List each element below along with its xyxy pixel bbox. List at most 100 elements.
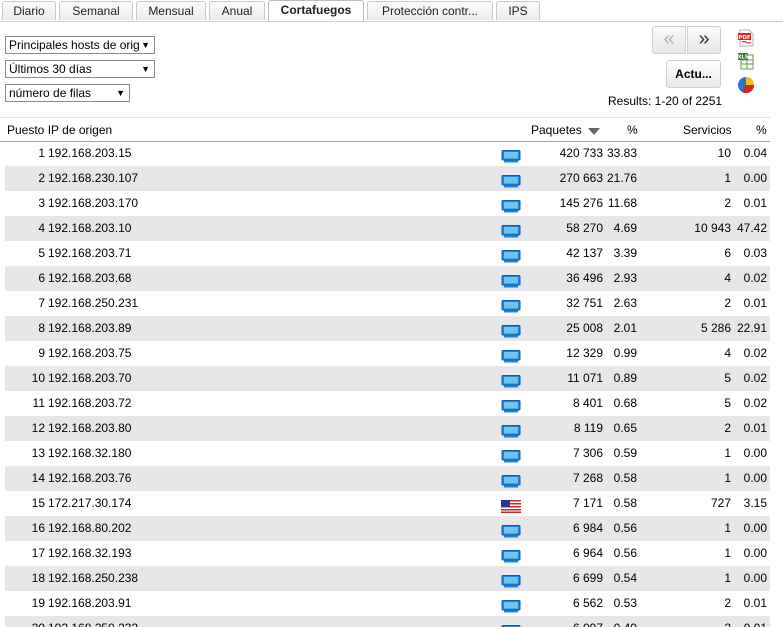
row-ip[interactable]: 192.168.203.70 xyxy=(48,366,131,391)
table-row[interactable]: 11 192.168.203.72 8 401 0.68 5 0.02 xyxy=(5,391,770,416)
rows-select-value: número de filas xyxy=(9,86,92,100)
row-ip[interactable]: 192.168.203.68 xyxy=(48,266,131,291)
row-ip[interactable]: 192.168.203.71 xyxy=(48,241,131,266)
row-ip[interactable]: 192.168.203.91 xyxy=(48,591,131,616)
row-ip[interactable]: 192.168.32.193 xyxy=(48,541,131,566)
row-services-pct: 0.02 xyxy=(743,371,767,385)
row-ip[interactable]: 192.168.230.107 xyxy=(48,166,138,191)
row-services-pct: 0.03 xyxy=(743,246,767,260)
row-ip[interactable]: 192.168.250.232 xyxy=(48,616,138,627)
row-rank: 16 xyxy=(31,521,45,535)
row-ip[interactable]: 192.168.32.180 xyxy=(48,441,131,466)
row-services: 1 xyxy=(724,546,731,560)
table-row[interactable]: 9 192.168.203.75 12 329 0.99 4 0.02 xyxy=(5,341,770,366)
tab-proteccion[interactable]: Protección contr... xyxy=(367,1,493,20)
row-services-pct: 0.02 xyxy=(743,271,767,285)
row-packets: 6 699 xyxy=(572,571,603,585)
row-services: 2 xyxy=(724,296,731,310)
tab-mensual[interactable]: Mensual xyxy=(136,1,206,20)
row-ip[interactable]: 192.168.80.202 xyxy=(48,516,131,541)
row-services-pct: 0.00 xyxy=(743,521,767,535)
row-packets-pct: 11.68 xyxy=(607,196,637,210)
row-ip[interactable]: 192.168.203.76 xyxy=(48,466,131,491)
row-services-pct: 0.00 xyxy=(743,471,767,485)
row-rank: 19 xyxy=(31,596,45,610)
table-row[interactable]: 4 192.168.203.10 58 270 4.69 10 943 47.42 xyxy=(5,216,770,241)
table-row[interactable]: 6 192.168.203.68 36 496 2.93 4 0.02 xyxy=(5,266,770,291)
tab-cortafuegos[interactable]: Cortafuegos xyxy=(268,0,364,21)
report-select[interactable]: Principales hosts de origen ▼ xyxy=(5,36,155,54)
table-row[interactable]: 1 192.168.203.15 420 733 33.83 10 0.04 xyxy=(5,141,770,166)
table-row[interactable]: 2 192.168.230.107 270 663 21.76 1 0.00 xyxy=(5,166,770,191)
row-packets: 8 401 xyxy=(572,396,603,410)
table-row[interactable]: 14 192.168.203.76 7 268 0.58 1 0.00 xyxy=(5,466,770,491)
chevron-down-icon: ▼ xyxy=(141,40,150,50)
update-button[interactable]: Actu... xyxy=(666,60,721,88)
tab-diario[interactable]: Diario xyxy=(2,1,56,20)
col-packets-label: Paquetes xyxy=(531,123,582,137)
first-page-button[interactable]: « xyxy=(652,26,686,54)
row-packets: 7 171 xyxy=(572,496,603,510)
col-services-pct-header[interactable]: % xyxy=(756,123,767,137)
row-ip[interactable]: 192.168.203.80 xyxy=(48,416,131,441)
tab-ips[interactable]: IPS xyxy=(496,1,540,20)
table-row[interactable]: 13 192.168.32.180 7 306 0.59 1 0.00 xyxy=(5,441,770,466)
period-select[interactable]: Últimos 30 días ▼ xyxy=(5,60,155,78)
next-page-button[interactable]: » xyxy=(687,26,721,54)
table-row[interactable]: 7 192.168.250.231 32 751 2.63 2 0.01 xyxy=(5,291,770,316)
row-rank: 4 xyxy=(38,221,45,235)
row-ip[interactable]: 192.168.203.75 xyxy=(48,341,131,366)
tab-anual[interactable]: Anual xyxy=(209,1,265,20)
monitor-icon xyxy=(501,522,521,538)
row-ip[interactable]: 192.168.250.231 xyxy=(48,291,138,316)
svg-text:XLS: XLS xyxy=(738,55,749,61)
row-ip[interactable]: 172.217.30.174 xyxy=(48,491,131,516)
row-packets: 7 268 xyxy=(572,471,603,485)
row-services-pct: 0.00 xyxy=(743,571,767,585)
pdf-export-icon[interactable]: PDF xyxy=(737,29,755,47)
row-rank: 7 xyxy=(38,296,45,310)
monitor-icon xyxy=(501,172,521,188)
col-packets-header[interactable]: Paquetes xyxy=(531,123,600,137)
row-services-pct: 22.91 xyxy=(736,321,767,335)
col-rank-ip-header[interactable]: Puesto IP de origen xyxy=(7,123,112,137)
tab-semanal[interactable]: Semanal xyxy=(59,1,133,20)
table-row[interactable]: 8 192.168.203.89 25 008 2.01 5 286 22.91 xyxy=(5,316,770,341)
table-row[interactable]: 17 192.168.32.193 6 964 0.56 1 0.00 xyxy=(5,541,770,566)
xls-export-icon[interactable]: XLS xyxy=(737,52,755,70)
row-rank: 2 xyxy=(38,171,45,185)
col-services-header[interactable]: Servicios xyxy=(683,123,732,137)
row-ip[interactable]: 192.168.203.89 xyxy=(48,316,131,341)
row-packets: 36 496 xyxy=(566,271,603,285)
table-row[interactable]: 15 172.217.30.174 7 171 0.58 727 3.15 xyxy=(5,491,770,516)
table-row[interactable]: 12 192.168.203.80 8 119 0.65 2 0.01 xyxy=(5,416,770,441)
row-ip[interactable]: 192.168.203.72 xyxy=(48,391,131,416)
row-rank: 3 xyxy=(38,196,45,210)
table-row[interactable]: 16 192.168.80.202 6 984 0.56 1 0.00 xyxy=(5,516,770,541)
row-rank: 13 xyxy=(31,446,45,460)
monitor-icon xyxy=(501,572,521,588)
row-services-pct: 0.02 xyxy=(743,396,767,410)
row-packets-pct: 2.01 xyxy=(613,321,637,335)
row-services: 2 xyxy=(665,616,731,627)
row-rank: 20 xyxy=(5,616,45,627)
table-row[interactable]: 19 192.168.203.91 6 562 0.53 2 0.01 xyxy=(5,591,770,616)
table-row[interactable]: 18 192.168.250.238 6 699 0.54 1 0.00 xyxy=(5,566,770,591)
table-row[interactable]: 3 192.168.203.170 145 276 11.68 2 0.01 xyxy=(5,191,770,216)
chevron-down-icon: ▼ xyxy=(141,64,150,74)
table-row[interactable]: 10 192.168.203.70 11 071 0.89 5 0.02 xyxy=(5,366,770,391)
pie-chart-icon[interactable] xyxy=(737,76,755,94)
row-ip[interactable]: 192.168.203.170 xyxy=(48,191,138,216)
row-packets-pct: 33.83 xyxy=(606,146,637,160)
rows-select[interactable]: número de filas ▼ xyxy=(5,84,130,102)
row-rank: 17 xyxy=(31,546,45,560)
row-packets-pct: 0.49 xyxy=(605,616,637,627)
row-ip[interactable]: 192.168.203.10 xyxy=(48,216,131,241)
row-ip[interactable]: 192.168.203.15 xyxy=(48,141,131,166)
table-row[interactable]: 20192.168.250.232 6 0970.49 20.01 xyxy=(5,616,770,627)
row-services: 2 xyxy=(724,596,731,610)
row-packets-pct: 0.65 xyxy=(613,421,637,435)
table-row[interactable]: 5 192.168.203.71 42 137 3.39 6 0.03 xyxy=(5,241,770,266)
row-ip[interactable]: 192.168.250.238 xyxy=(48,566,138,591)
col-pct-header[interactable]: % xyxy=(627,123,638,137)
